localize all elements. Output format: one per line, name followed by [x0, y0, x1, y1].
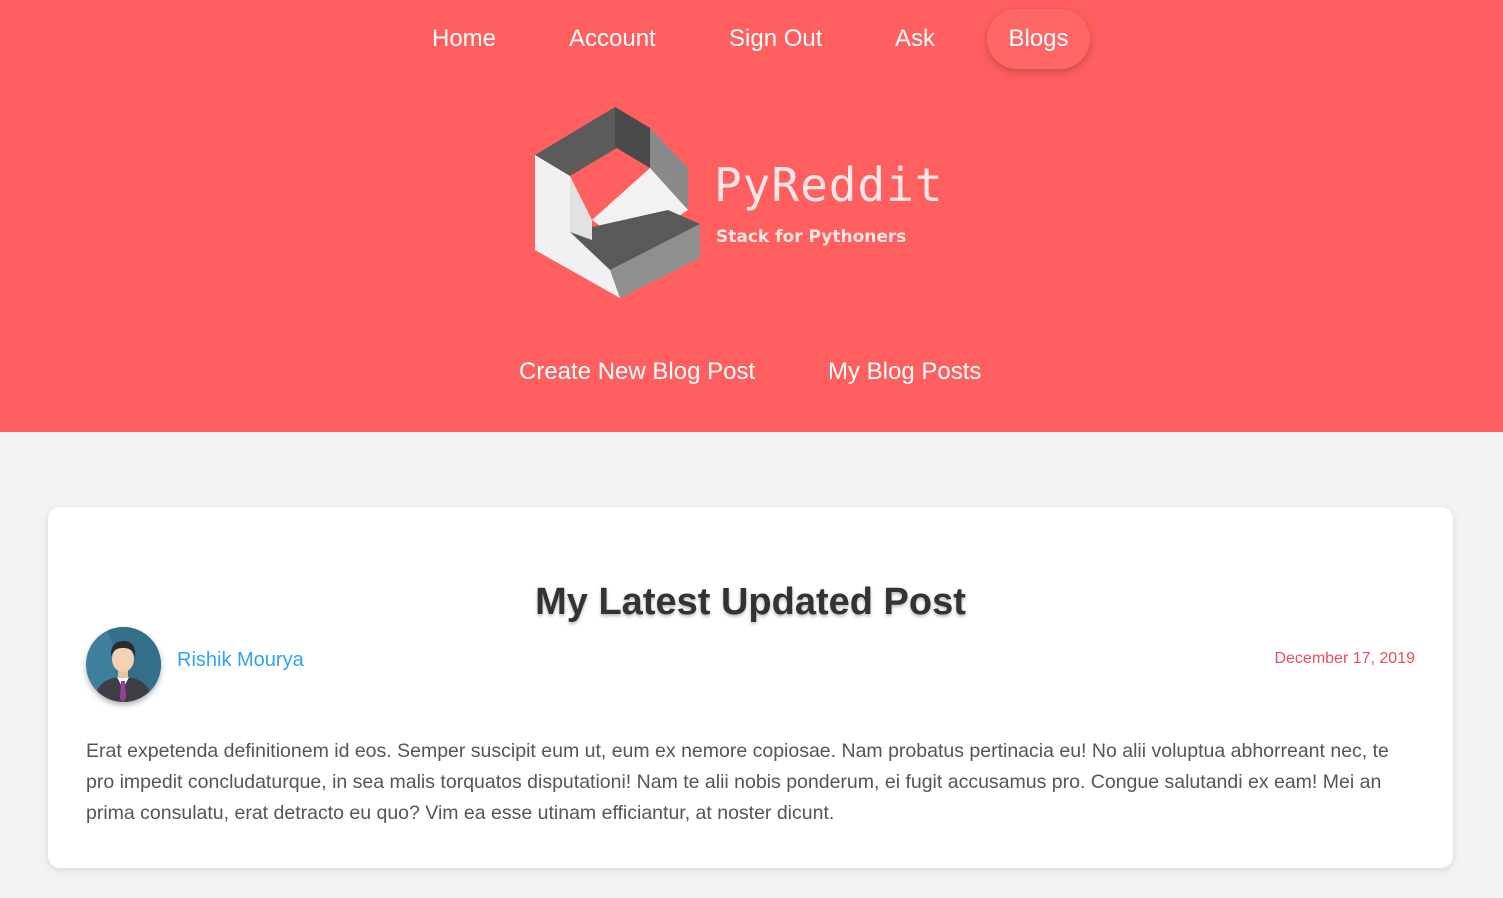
post-body: Erat expetenda definitionem id eos. Semp… — [86, 740, 1389, 824]
site-logo[interactable]: PyReddit Stack for Pythoners — [530, 100, 980, 305]
create-new-blog-post-link[interactable]: Create New Blog Post — [519, 352, 755, 392]
nav-home-link[interactable]: Home — [432, 9, 496, 69]
logo-title: PyReddit — [714, 158, 944, 212]
user-avatar-icon — [86, 627, 161, 702]
isometric-cube-logo-icon — [535, 107, 700, 298]
top-navigation: Home Account Sign Out Ask Blogs — [0, 0, 1503, 80]
my-blog-posts-link[interactable]: My Blog Posts — [828, 352, 981, 392]
post-date: December 17, 2019 — [1274, 650, 1415, 667]
nav-blogs-link[interactable]: Blogs — [987, 9, 1090, 69]
nav-account-link[interactable]: Account — [569, 9, 656, 69]
site-header: Home Account Sign Out Ask Blogs PyReddit… — [0, 0, 1503, 432]
blog-post-card: My Latest Updated Post Rishik Mourya Dec… — [48, 507, 1453, 868]
post-title: My Latest Updated Post — [535, 581, 966, 623]
logo-subtitle: Stack for Pythoners — [716, 227, 907, 247]
nav-sign-out-link[interactable]: Sign Out — [729, 9, 822, 69]
nav-ask-link[interactable]: Ask — [895, 9, 935, 69]
author-avatar[interactable] — [86, 627, 161, 702]
author-link[interactable]: Rishik Mourya — [177, 649, 304, 672]
